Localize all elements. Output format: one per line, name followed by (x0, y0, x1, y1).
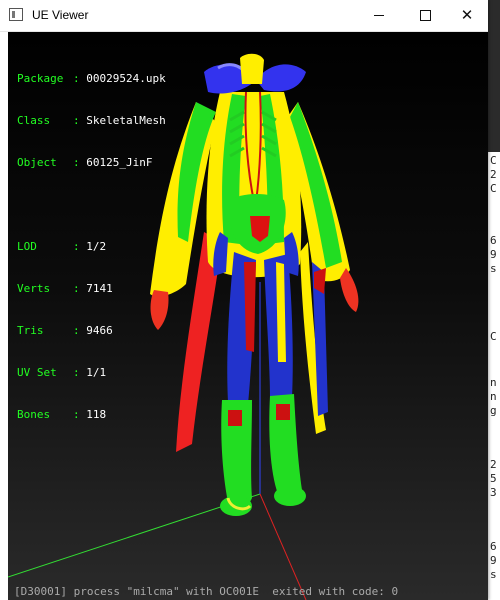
mesh-info-overlay: Package: 00029524.upk Class: SkeletalMes… (17, 44, 166, 450)
console-char: 2 (490, 458, 497, 471)
console-char: 5 (490, 472, 497, 485)
info-key: Bones (17, 408, 51, 421)
info-key: Class (17, 114, 51, 127)
console-char: C (490, 182, 497, 195)
info-value: 7141 (86, 282, 113, 295)
info-key: Object (17, 156, 57, 169)
console-char: 9 (490, 248, 497, 261)
info-row-package: Package: 00029524.upk (17, 72, 166, 85)
info-value: SkeletalMesh (86, 114, 166, 127)
ue-viewer-window[interactable]: UE Viewer ✕ Package: 00029524.upk Class… (0, 0, 488, 600)
title-bar[interactable]: UE Viewer ✕ (0, 0, 488, 32)
console-char: C (490, 330, 497, 343)
3d-viewport[interactable]: Package: 00029524.upk Class: SkeletalMes… (8, 32, 488, 600)
info-row-object: Object: 60125_JinF (17, 156, 153, 169)
console-char: s (490, 262, 497, 275)
maximize-icon (419, 10, 431, 21)
console-bottom-line: [D30001] process "milcma" with OC001E ex… (14, 585, 399, 598)
window-title: UE Viewer (32, 8, 89, 22)
console-char: 2 (490, 168, 497, 181)
info-value: 60125_JinF (86, 156, 153, 169)
info-value: 118 (86, 408, 107, 421)
info-row-lod: LOD: 1/2 (17, 240, 107, 253)
hand-right (340, 268, 359, 312)
close-button[interactable]: ✕ (444, 0, 490, 31)
info-value: 00029524.upk (86, 72, 166, 85)
info-value: 1/1 (86, 366, 107, 379)
info-value: 1/2 (86, 240, 107, 253)
info-key: LOD (17, 240, 37, 253)
info-row-uvset: UV Set: 1/1 (17, 366, 107, 379)
minimize-icon (374, 15, 384, 16)
close-icon: ✕ (460, 6, 474, 24)
console-char: 3 (490, 486, 497, 499)
info-row-class: Class: SkeletalMesh (17, 114, 166, 127)
info-value: 9466 (86, 324, 113, 337)
app-window-icon (9, 8, 23, 21)
console-char: 6 (490, 234, 497, 247)
console-char: 6 (490, 540, 497, 553)
background-console-window: C 2 C 6 9 s C n n g 2 5 3 6 9 s (488, 0, 500, 600)
info-row-bones: Bones: 118 (17, 408, 107, 421)
console-char: C (490, 154, 497, 167)
console-char: g (490, 404, 497, 417)
info-key: Verts (17, 282, 51, 295)
info-key: UV Set (17, 366, 57, 379)
console-char: 9 (490, 554, 497, 567)
shoulder-right (256, 64, 306, 92)
neck (240, 53, 264, 84)
info-key: Package (17, 72, 64, 85)
info-row-verts: Verts: 7141 (17, 282, 113, 295)
minimize-button[interactable] (356, 0, 402, 31)
info-row-tris: Tris: 9466 (17, 324, 113, 337)
console-char: n (490, 376, 497, 389)
console-char: n (490, 390, 497, 403)
console-char: s (490, 568, 497, 581)
maximize-button[interactable] (402, 0, 448, 31)
info-key: Tris (17, 324, 44, 337)
